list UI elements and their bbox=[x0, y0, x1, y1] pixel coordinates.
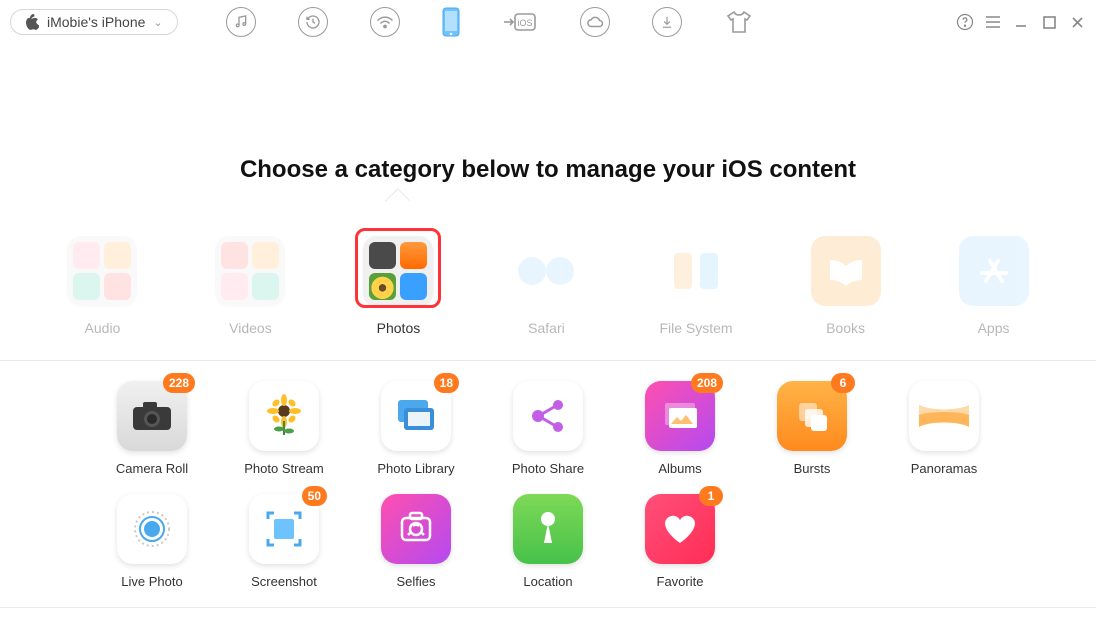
category-label: Books bbox=[826, 320, 865, 336]
heart-icon bbox=[662, 513, 698, 545]
bursts-icon bbox=[793, 397, 831, 435]
nav-skin-button[interactable] bbox=[724, 7, 754, 37]
live-photo-icon bbox=[129, 506, 175, 552]
subcat-label: Bursts bbox=[794, 461, 831, 476]
subcat-photo-stream[interactable]: Photo Stream bbox=[224, 381, 344, 476]
count-badge: 6 bbox=[831, 373, 855, 393]
category-label: Safari bbox=[528, 320, 565, 336]
toolbar: iMobie's iPhone ⌄ iOS bbox=[0, 0, 1096, 44]
videos-folder-icon bbox=[215, 236, 285, 306]
albums-icon bbox=[659, 399, 701, 433]
category-filesystem[interactable]: File System bbox=[659, 236, 732, 336]
device-name: iMobie's iPhone bbox=[47, 14, 145, 30]
subcat-photo-share[interactable]: Photo Share bbox=[488, 381, 608, 476]
subcat-label: Photo Library bbox=[377, 461, 454, 476]
category-safari[interactable]: Safari bbox=[511, 236, 581, 336]
subcat-label: Photo Share bbox=[512, 461, 584, 476]
camera-icon bbox=[131, 400, 173, 432]
audio-folder-icon bbox=[67, 236, 137, 306]
subcat-label: Photo Stream bbox=[244, 461, 324, 476]
nav-to-ios-button[interactable]: iOS bbox=[502, 10, 538, 34]
subcat-selfies[interactable]: Selfies bbox=[356, 494, 476, 589]
help-button[interactable] bbox=[956, 13, 974, 31]
maximize-button[interactable] bbox=[1040, 13, 1058, 31]
subcat-bursts[interactable]: 6 Bursts bbox=[752, 381, 872, 476]
library-icon bbox=[392, 396, 440, 436]
chevron-down-icon: ⌄ bbox=[153, 16, 162, 29]
nav-device-button[interactable] bbox=[442, 7, 460, 37]
apps-icon bbox=[959, 236, 1029, 306]
subcategory-grid: 228 Camera Roll Photo Stream 18 Photo Li… bbox=[0, 381, 1096, 589]
category-row: Audio Videos Photos Safari File Syst bbox=[0, 236, 1096, 336]
screenshot-icon bbox=[262, 507, 306, 551]
count-badge: 208 bbox=[691, 373, 723, 393]
nav-download-button[interactable] bbox=[652, 7, 682, 37]
category-photos[interactable]: Photos bbox=[363, 236, 433, 336]
share-icon bbox=[527, 395, 569, 437]
subcat-label: Albums bbox=[658, 461, 701, 476]
divider bbox=[0, 360, 1096, 361]
page-heading: Choose a category below to manage your i… bbox=[0, 156, 1096, 184]
subcat-label: Favorite bbox=[657, 574, 704, 589]
subcat-label: Location bbox=[523, 574, 572, 589]
sunflower-icon bbox=[261, 393, 307, 439]
menu-button[interactable] bbox=[984, 13, 1002, 31]
subcat-label: Panoramas bbox=[911, 461, 977, 476]
subcat-label: Live Photo bbox=[121, 574, 182, 589]
filesystem-icon bbox=[661, 236, 731, 306]
category-label: Audio bbox=[85, 320, 121, 336]
selfies-icon bbox=[396, 509, 436, 549]
safari-icon bbox=[511, 236, 581, 306]
photos-folder-icon bbox=[363, 236, 433, 306]
panorama-icon bbox=[917, 399, 971, 433]
category-apps[interactable]: Apps bbox=[959, 236, 1029, 336]
count-badge: 1 bbox=[699, 486, 723, 506]
subcat-albums[interactable]: 208 Albums bbox=[620, 381, 740, 476]
subcat-label: Camera Roll bbox=[116, 461, 188, 476]
subcat-favorite[interactable]: 1 Favorite bbox=[620, 494, 740, 589]
subcat-location[interactable]: Location bbox=[488, 494, 608, 589]
apple-icon bbox=[25, 14, 39, 30]
subcat-screenshot[interactable]: 50 Screenshot bbox=[224, 494, 344, 589]
nav-history-button[interactable] bbox=[298, 7, 328, 37]
category-label: Photos bbox=[363, 320, 433, 336]
category-label: File System bbox=[659, 320, 732, 336]
category-label: Videos bbox=[229, 320, 272, 336]
nav-wifi-button[interactable] bbox=[370, 7, 400, 37]
subcat-panoramas[interactable]: Panoramas bbox=[884, 381, 1004, 476]
window-controls bbox=[956, 13, 1086, 31]
subcat-label: Selfies bbox=[396, 574, 435, 589]
subcat-photo-library[interactable]: 18 Photo Library bbox=[356, 381, 476, 476]
category-books[interactable]: Books bbox=[811, 236, 881, 336]
minimize-button[interactable] bbox=[1012, 13, 1030, 31]
count-badge: 50 bbox=[302, 486, 327, 506]
bottom-divider bbox=[0, 607, 1096, 608]
nav-cloud-button[interactable] bbox=[580, 7, 610, 37]
location-pin-icon bbox=[533, 509, 563, 549]
subcat-camera-roll[interactable]: 228 Camera Roll bbox=[92, 381, 212, 476]
category-audio[interactable]: Audio bbox=[67, 236, 137, 336]
nav-media-button[interactable] bbox=[226, 7, 256, 37]
svg-text:iOS: iOS bbox=[517, 18, 532, 28]
category-videos[interactable]: Videos bbox=[215, 236, 285, 336]
device-selector[interactable]: iMobie's iPhone ⌄ bbox=[10, 9, 178, 35]
nav-icons: iOS bbox=[226, 7, 754, 37]
subcat-live-photo[interactable]: Live Photo bbox=[92, 494, 212, 589]
count-badge: 18 bbox=[434, 373, 459, 393]
category-label: Apps bbox=[978, 320, 1010, 336]
count-badge: 228 bbox=[163, 373, 195, 393]
close-button[interactable] bbox=[1068, 13, 1086, 31]
subcat-label: Screenshot bbox=[251, 574, 317, 589]
books-icon bbox=[811, 236, 881, 306]
